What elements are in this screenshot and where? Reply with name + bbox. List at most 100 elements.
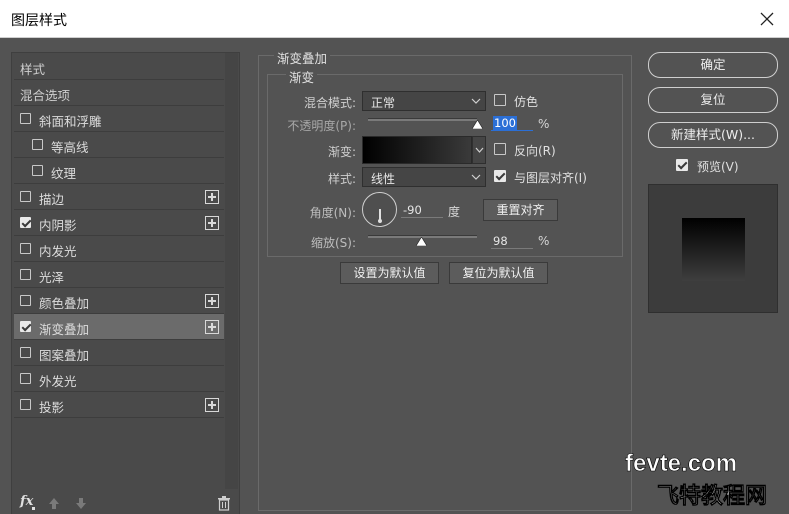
style-item-label: 渐变叠加: [39, 322, 90, 337]
gradient-style-value: 线性: [371, 172, 396, 186]
style-item-0[interactable]: 样式: [14, 54, 224, 80]
opacity-unit: %: [538, 117, 550, 131]
style-item-2[interactable]: 斜面和浮雕: [14, 106, 224, 132]
move-down-icon[interactable]: [75, 497, 87, 510]
style-item-label: 内发光: [39, 244, 77, 259]
gradient-subgroup-title: 渐变: [286, 67, 318, 86]
preview-label: 预览(V): [697, 160, 739, 174]
trash-icon[interactable]: [217, 496, 231, 511]
blend-mode-label: 混合模式:: [303, 96, 356, 110]
reset-to-default-button[interactable]: 复位为默认值: [449, 262, 548, 284]
style-item-checkbox[interactable]: [32, 139, 43, 150]
style-item-checkbox[interactable]: [20, 269, 31, 280]
style-preview: [648, 184, 778, 313]
opacity-label: 不透明度(P):: [287, 119, 356, 133]
chevron-down-icon: [475, 147, 484, 153]
angle-label: 角度(N):: [309, 206, 356, 220]
reset-alignment-button[interactable]: 重置对齐: [483, 199, 558, 221]
style-item-13[interactable]: 投影: [14, 392, 224, 418]
style-item-label: 图案叠加: [39, 348, 90, 363]
style-item-label: 内阴影: [39, 218, 77, 233]
gradient-label: 渐变:: [327, 145, 356, 159]
dialog-body: 样式 混合选项 斜面和浮雕 等高线 纹理 描边 内阴影 内发光 光泽 颜色叠加 渐变叠加 图案叠加 外发…: [0, 38, 789, 514]
angle-input[interactable]: -90: [401, 202, 443, 218]
style-item-checkbox[interactable]: [20, 217, 31, 228]
style-item-checkbox[interactable]: [20, 347, 31, 358]
angle-dial[interactable]: [362, 192, 397, 227]
ok-button[interactable]: 确定: [648, 52, 778, 78]
scale-input[interactable]: 98: [491, 233, 533, 249]
close-button[interactable]: [751, 4, 783, 34]
style-item-label: 外发光: [39, 374, 77, 389]
opacity-slider-thumb[interactable]: [471, 120, 483, 129]
gradient-picker-button[interactable]: [472, 136, 486, 164]
add-instance-icon[interactable]: [205, 294, 219, 308]
preview-checkbox[interactable]: [676, 159, 688, 171]
style-item-checkbox[interactable]: [20, 243, 31, 254]
style-item-7[interactable]: 内发光: [14, 236, 224, 262]
scale-slider-thumb[interactable]: [415, 237, 427, 246]
gradient-style-select[interactable]: 线性: [362, 167, 486, 187]
styles-scrollbar[interactable]: [225, 53, 238, 489]
style-item-label: 投影: [39, 400, 65, 415]
style-item-checkbox[interactable]: [32, 165, 43, 176]
add-instance-icon[interactable]: [205, 320, 219, 334]
opacity-input-underline: [491, 130, 533, 131]
scale-value: 98: [493, 234, 508, 248]
style-item-checkbox[interactable]: [20, 373, 31, 384]
add-instance-icon[interactable]: [205, 216, 219, 230]
angle-input-underline: [401, 217, 443, 218]
watermark-site: fevte.com: [625, 450, 738, 478]
style-item-label: 等高线: [51, 140, 89, 155]
style-item-5[interactable]: 描边: [14, 184, 224, 210]
scale-label: 缩放(S):: [310, 236, 356, 250]
style-item-checkbox[interactable]: [20, 295, 31, 306]
style-item-label: 光泽: [39, 270, 65, 285]
opacity-input[interactable]: 100: [491, 115, 533, 131]
make-default-button[interactable]: 设置为默认值: [340, 262, 439, 284]
style-item-label: 混合选项: [20, 88, 71, 103]
styles-toolbar: fx: [12, 491, 239, 514]
style-item-8[interactable]: 光泽: [14, 262, 224, 288]
chevron-down-icon: [471, 98, 481, 104]
angle-unit: 度: [448, 205, 461, 219]
style-item-checkbox[interactable]: [20, 113, 31, 124]
blend-mode-value: 正常: [371, 96, 396, 110]
reverse-checkbox[interactable]: [494, 143, 506, 155]
style-item-11[interactable]: 图案叠加: [14, 340, 224, 366]
style-item-checkbox[interactable]: [20, 191, 31, 202]
style-item-1[interactable]: 混合选项: [14, 80, 224, 106]
fx-menu-dot: [32, 507, 35, 510]
style-item-9[interactable]: 颜色叠加: [14, 288, 224, 314]
align-with-layer-checkbox[interactable]: [494, 170, 506, 182]
style-item-3[interactable]: 等高线: [14, 132, 224, 158]
style-preview-swatch: [682, 218, 745, 281]
style-item-checkbox[interactable]: [20, 399, 31, 410]
style-item-label: 颜色叠加: [39, 296, 90, 311]
gradient-overlay-title: 渐变叠加: [274, 48, 331, 67]
style-item-4[interactable]: 纹理: [14, 158, 224, 184]
new-style-button[interactable]: 新建样式(W)...: [648, 122, 778, 148]
style-item-12[interactable]: 外发光: [14, 366, 224, 392]
reverse-label: 反向(R): [514, 144, 556, 158]
style-item-label: 纹理: [51, 166, 77, 181]
style-item-checkbox[interactable]: [20, 321, 31, 332]
style-item-6[interactable]: 内阴影: [14, 210, 224, 236]
dither-checkbox[interactable]: [494, 94, 506, 106]
styles-panel: 样式混合选项斜面和浮雕等高线纹理描边内阴影内发光光泽颜色叠加渐变叠加图案叠加外发…: [11, 52, 240, 514]
add-instance-icon[interactable]: [205, 398, 219, 412]
move-up-icon[interactable]: [48, 497, 60, 510]
blend-mode-select[interactable]: 正常: [362, 91, 486, 111]
scale-input-underline: [491, 248, 533, 249]
reset-button[interactable]: 复位: [648, 87, 778, 113]
align-with-layer-label: 与图层对齐(I): [514, 171, 587, 185]
window-title: 图层样式: [11, 13, 67, 29]
angle-value: -90: [403, 203, 422, 217]
style-item-10[interactable]: 渐变叠加: [14, 314, 224, 340]
opacity-slider[interactable]: [368, 118, 477, 121]
style-item-label: 样式: [20, 62, 46, 77]
add-instance-icon[interactable]: [205, 190, 219, 204]
gradient-swatch[interactable]: [362, 136, 472, 164]
scale-unit: %: [538, 234, 550, 248]
style-item-label: 斜面和浮雕: [39, 114, 102, 129]
